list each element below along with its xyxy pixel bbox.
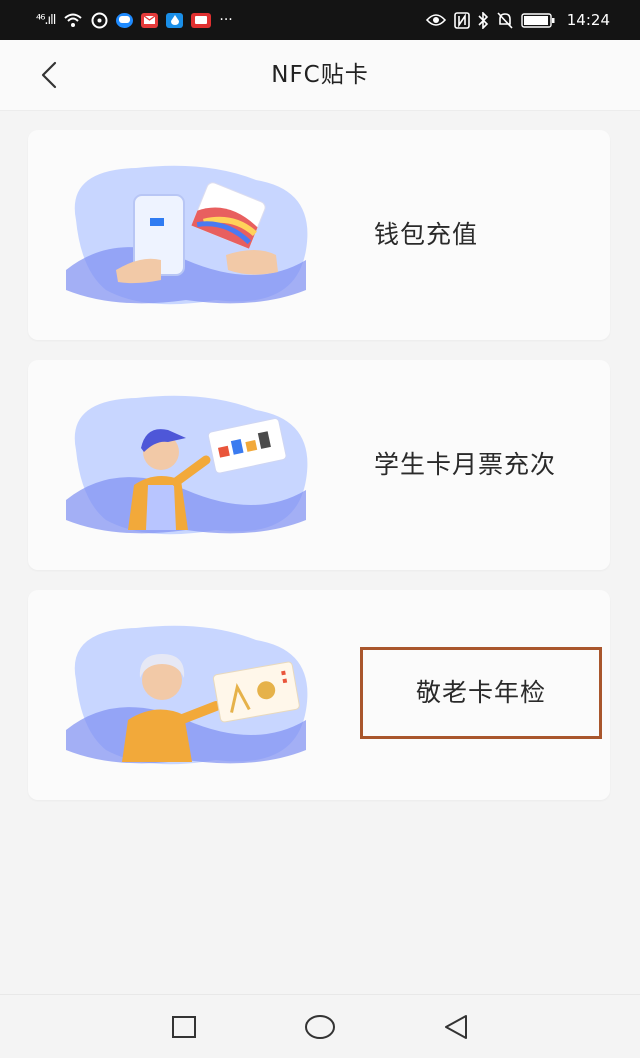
app-header: NFC贴卡 bbox=[0, 40, 640, 111]
student-monthly-label: 学生卡月票充次 bbox=[374, 450, 557, 479]
wifi-icon bbox=[63, 12, 83, 28]
bluetooth-icon bbox=[478, 11, 489, 29]
battery-icon bbox=[521, 12, 555, 28]
status-left: ⁴⁶.ıll ··· bbox=[36, 12, 233, 29]
back-triangle-icon bbox=[445, 1014, 467, 1039]
system-nav-bar bbox=[0, 994, 640, 1058]
nfc-icon bbox=[453, 11, 470, 29]
home-button[interactable] bbox=[302, 1009, 338, 1045]
wallet-recharge-label: 钱包充值 bbox=[374, 220, 479, 249]
card-wallet-recharge[interactable]: 钱包充值 bbox=[28, 130, 610, 340]
mail-icon bbox=[141, 12, 159, 28]
signal-indicator: ⁴⁶.ıll bbox=[36, 12, 56, 28]
more-indicator: ··· bbox=[219, 12, 233, 28]
card-student-monthly[interactable]: 学生卡月票充次 bbox=[28, 360, 610, 570]
system-back-button[interactable] bbox=[438, 1009, 474, 1045]
clock: 14:24 bbox=[566, 11, 610, 29]
status-right: 14:24 bbox=[425, 11, 610, 29]
home-icon bbox=[305, 1014, 335, 1039]
senior-annual-check-label: 敬老卡年检 bbox=[415, 678, 546, 707]
card-senior-annual-check[interactable]: 敬老卡年检 bbox=[28, 590, 610, 800]
senior-card-illustration bbox=[66, 625, 308, 765]
mute-icon bbox=[497, 11, 513, 29]
recent-apps-button[interactable] bbox=[166, 1009, 202, 1045]
student-card-illustration bbox=[66, 395, 308, 535]
message-icon bbox=[116, 12, 134, 28]
wallet-recharge-illustration bbox=[66, 165, 308, 305]
status-bar: ⁴⁶.ıll ··· 14:24 bbox=[0, 0, 640, 40]
video-icon bbox=[191, 12, 212, 28]
highlighted-option-box[interactable]: 敬老卡年检 bbox=[360, 647, 602, 739]
app-icon bbox=[166, 12, 184, 28]
music-icon bbox=[91, 12, 108, 29]
eye-icon bbox=[425, 13, 446, 27]
recent-apps-icon bbox=[172, 1015, 196, 1038]
page-title: NFC贴卡 bbox=[271, 62, 369, 88]
